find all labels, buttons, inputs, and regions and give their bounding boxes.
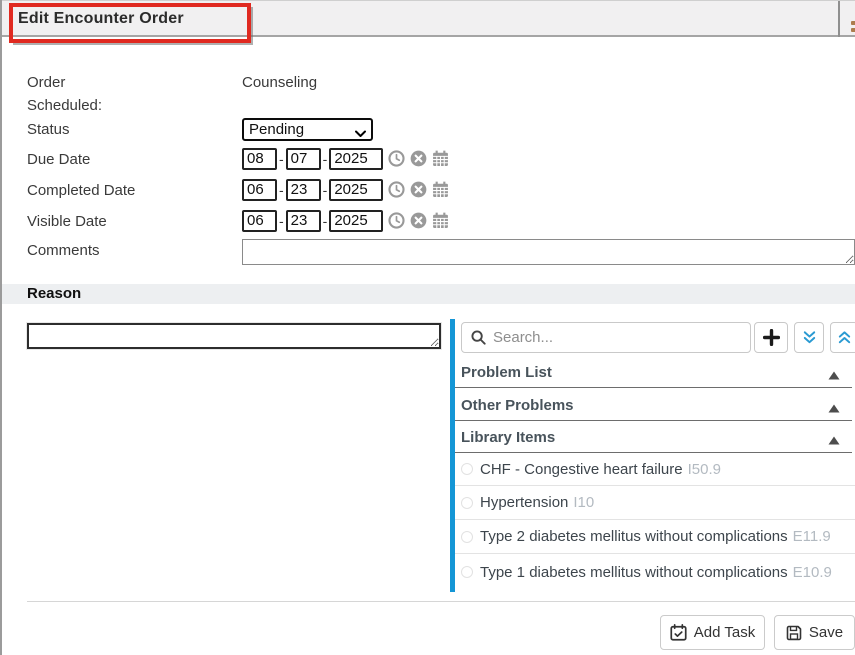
clock-icon[interactable]: [388, 212, 405, 229]
add-task-button[interactable]: Add Task: [660, 615, 765, 650]
date-separator: -: [323, 151, 328, 167]
order-value: Counseling: [242, 74, 317, 91]
problem-code: I50.9: [688, 461, 721, 478]
section-other-problems[interactable]: Other Problems: [455, 389, 852, 421]
save-button[interactable]: Save: [774, 615, 855, 650]
comments-label: Comments: [27, 242, 100, 259]
due-date-month-input[interactable]: [242, 148, 277, 170]
visible-date-row: - -: [242, 209, 449, 232]
list-item-type1-diabetes[interactable]: Type 1 diabetes mellitus without complic…: [455, 554, 855, 590]
due-date-label: Due Date: [27, 151, 90, 168]
visible-date-year-input[interactable]: [329, 210, 383, 232]
problem-name: Type 1 diabetes mellitus without complic…: [480, 564, 788, 581]
section-label: Problem List: [461, 364, 552, 381]
date-separator: -: [323, 182, 328, 198]
comments-input[interactable]: [242, 239, 855, 265]
due-date-day-input[interactable]: [286, 148, 321, 170]
radio-button[interactable]: [461, 463, 473, 475]
completed-date-row: - -: [242, 178, 449, 201]
plus-icon: [763, 329, 780, 346]
add-task-label: Add Task: [694, 624, 755, 641]
collapse-arrow-icon: [828, 432, 840, 450]
problem-code: E11.9: [793, 528, 831, 545]
search-input[interactable]: [493, 329, 750, 346]
completed-date-month-input[interactable]: [242, 179, 277, 201]
date-separator: -: [323, 213, 328, 229]
save-label: Save: [809, 624, 843, 641]
clock-icon[interactable]: [388, 181, 405, 198]
list-item-type2-diabetes[interactable]: Type 2 diabetes mellitus without complic…: [455, 520, 855, 554]
calendar-icon[interactable]: [432, 150, 449, 167]
problem-name: Hypertension: [480, 494, 568, 511]
date-separator: -: [279, 151, 284, 167]
list-item-chf[interactable]: CHF - Congestive heart failure I50.9: [455, 453, 855, 486]
search-icon: [471, 330, 486, 345]
section-label: Library Items: [461, 429, 555, 446]
list-item-hypertension[interactable]: Hypertension I10: [455, 486, 855, 520]
collapse-all-button[interactable]: [830, 322, 855, 353]
clear-icon[interactable]: [410, 212, 427, 229]
problem-name: Type 2 diabetes mellitus without complic…: [480, 528, 788, 545]
collapse-arrow-icon: [828, 367, 840, 385]
save-icon: [786, 625, 802, 641]
date-separator: -: [279, 213, 284, 229]
status-select[interactable]: Pending: [242, 118, 373, 141]
section-problem-list[interactable]: Problem List: [455, 356, 852, 388]
calendar-check-icon: [670, 624, 687, 641]
titlebar-divider: [838, 1, 840, 37]
reason-input[interactable]: [27, 323, 441, 349]
problem-name: CHF - Congestive heart failure: [480, 461, 683, 478]
edit-encounter-order-dialog: Edit Encounter Order Order Counseling Sc…: [0, 0, 855, 655]
calendar-icon[interactable]: [432, 212, 449, 229]
collapse-arrow-icon: [828, 400, 840, 418]
due-date-row: - -: [242, 147, 449, 170]
clipped-menu-icon: [851, 21, 855, 34]
completed-date-label: Completed Date: [27, 182, 135, 199]
visible-date-day-input[interactable]: [286, 210, 321, 232]
status-select-wrap: Pending: [242, 118, 373, 141]
status-label: Status: [27, 121, 70, 138]
scheduled-label: Scheduled:: [27, 97, 102, 114]
completed-date-year-input[interactable]: [329, 179, 383, 201]
annotation-highlight: [9, 3, 251, 43]
clear-icon[interactable]: [410, 181, 427, 198]
section-library-items[interactable]: Library Items: [455, 421, 852, 453]
radio-button[interactable]: [461, 566, 473, 578]
search-box: [461, 322, 751, 353]
due-date-year-input[interactable]: [329, 148, 383, 170]
double-chevron-up-icon: [837, 330, 852, 345]
expand-all-button[interactable]: [794, 322, 824, 353]
footer-divider: [27, 601, 855, 602]
clock-icon[interactable]: [388, 150, 405, 167]
radio-button[interactable]: [461, 531, 473, 543]
problem-code: E10.9: [793, 564, 832, 581]
order-label: Order: [27, 74, 65, 91]
section-label: Other Problems: [461, 397, 574, 414]
add-problem-button[interactable]: [754, 322, 788, 353]
clear-icon[interactable]: [410, 150, 427, 167]
calendar-icon[interactable]: [432, 181, 449, 198]
problem-code: I10: [573, 494, 594, 511]
completed-date-day-input[interactable]: [286, 179, 321, 201]
visible-date-month-input[interactable]: [242, 210, 277, 232]
double-chevron-down-icon: [802, 330, 817, 345]
visible-date-label: Visible Date: [27, 213, 107, 230]
date-separator: -: [279, 182, 284, 198]
reason-section-title: Reason: [27, 285, 81, 302]
radio-button[interactable]: [461, 497, 473, 509]
reason-section-header: Reason: [2, 284, 855, 304]
